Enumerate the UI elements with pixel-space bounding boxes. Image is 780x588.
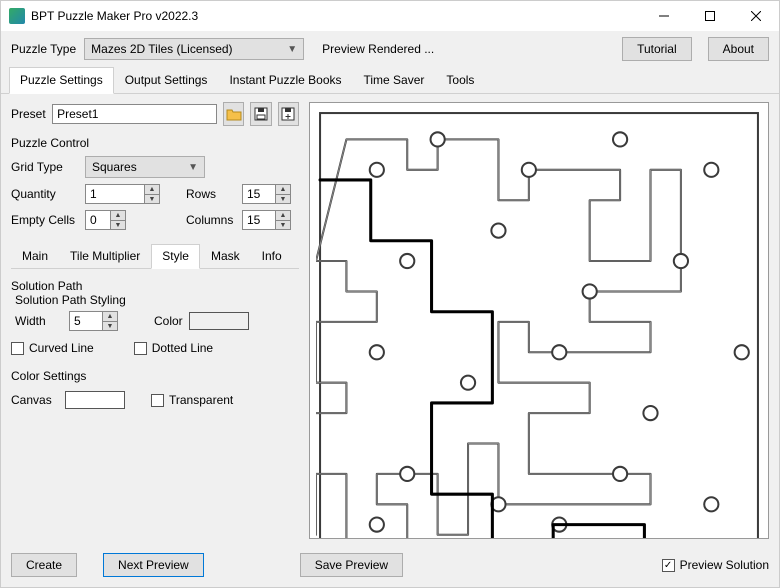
grid-type-value: Squares	[92, 160, 137, 174]
app-window: BPT Puzzle Maker Pro v2022.3 Puzzle Type…	[0, 0, 780, 588]
subtab-tile-multiplier[interactable]: Tile Multiplier	[59, 244, 151, 269]
curved-line-label: Curved Line	[29, 341, 94, 355]
create-button[interactable]: Create	[11, 553, 77, 577]
up-icon[interactable]: ▲	[145, 185, 159, 194]
top-row: Puzzle Type Mazes 2D Tiles (Licensed) ▼ …	[1, 31, 779, 67]
window-title: BPT Puzzle Maker Pro v2022.3	[31, 9, 641, 23]
tab-output-settings[interactable]: Output Settings	[114, 67, 219, 94]
preset-label: Preset	[11, 107, 46, 121]
color-label: Color	[154, 314, 183, 328]
up-icon[interactable]: ▲	[276, 185, 290, 194]
dotted-line-checkbox[interactable]: Dotted Line	[134, 341, 213, 355]
preview-pane	[309, 102, 769, 539]
empty-cells-label: Empty Cells	[11, 213, 79, 227]
rows-stepper[interactable]: ▲▼	[242, 184, 291, 204]
rows-label: Rows	[186, 187, 236, 201]
puzzle-type-dropdown[interactable]: Mazes 2D Tiles (Licensed) ▼	[84, 38, 304, 60]
close-button[interactable]	[733, 1, 779, 31]
main-tabstrip: Puzzle Settings Output Settings Instant …	[1, 67, 779, 94]
tab-instant-puzzle-books[interactable]: Instant Puzzle Books	[218, 67, 352, 94]
up-icon[interactable]: ▲	[276, 211, 290, 220]
puzzle-control-group: Puzzle Control	[11, 136, 299, 150]
save-icon	[254, 107, 268, 121]
dotted-line-label: Dotted Line	[152, 341, 213, 355]
canvas-color-swatch[interactable]	[65, 391, 125, 409]
solution-path-styling-label: Solution Path Styling	[15, 293, 299, 307]
path-color-swatch[interactable]	[189, 312, 249, 330]
bottom-bar: Create Next Preview Save Preview ✓ Previ…	[1, 547, 779, 587]
preview-solution-checkbox[interactable]: ✓ Preview Solution	[662, 558, 769, 572]
columns-label: Columns	[186, 213, 236, 227]
save-preview-button[interactable]: Save Preview	[300, 553, 403, 577]
width-stepper[interactable]: ▲▼	[69, 311, 118, 331]
open-preset-button[interactable]	[223, 102, 244, 126]
tutorial-button[interactable]: Tutorial	[622, 37, 692, 61]
grid-type-dropdown[interactable]: Squares ▼	[85, 156, 205, 178]
folder-icon	[226, 107, 242, 121]
subtab-style[interactable]: Style	[151, 244, 200, 269]
checkbox-icon: ✓	[662, 559, 675, 572]
grid-type-label: Grid Type	[11, 160, 79, 174]
puzzle-type-value: Mazes 2D Tiles (Licensed)	[91, 42, 232, 56]
transparent-checkbox[interactable]: Transparent	[151, 393, 233, 407]
settings-pane: Preset Puzzle Control Grid Type Squares …	[11, 102, 299, 539]
titlebar: BPT Puzzle Maker Pro v2022.3	[1, 1, 779, 31]
subtab-info[interactable]: Info	[251, 244, 293, 269]
up-icon[interactable]: ▲	[111, 211, 125, 220]
tab-puzzle-settings[interactable]: Puzzle Settings	[9, 67, 114, 94]
down-icon[interactable]: ▼	[276, 194, 290, 203]
solution-path-label: Solution Path	[11, 279, 299, 293]
preset-input[interactable]	[52, 104, 217, 124]
subtab-mask[interactable]: Mask	[200, 244, 251, 269]
tab-tools[interactable]: Tools	[435, 67, 485, 94]
chevron-down-icon: ▼	[188, 162, 198, 173]
save-as-preset-button[interactable]	[278, 102, 299, 126]
checkbox-icon	[151, 394, 164, 407]
quantity-label: Quantity	[11, 187, 79, 201]
down-icon[interactable]: ▼	[103, 321, 117, 330]
tab-time-saver[interactable]: Time Saver	[353, 67, 436, 94]
app-icon	[9, 8, 25, 24]
width-label: Width	[15, 314, 63, 328]
quantity-input[interactable]	[85, 184, 145, 204]
empty-cells-input[interactable]	[85, 210, 111, 230]
rows-input[interactable]	[242, 184, 276, 204]
canvas-label: Canvas	[11, 393, 59, 407]
curved-line-checkbox[interactable]: Curved Line	[11, 341, 94, 355]
down-icon[interactable]: ▼	[276, 220, 290, 229]
next-preview-button[interactable]: Next Preview	[103, 553, 204, 577]
about-button[interactable]: About	[708, 37, 769, 61]
checkbox-icon	[11, 342, 24, 355]
down-icon[interactable]: ▼	[145, 194, 159, 203]
width-input[interactable]	[69, 311, 103, 331]
puzzle-type-label: Puzzle Type	[11, 42, 76, 56]
maze-preview	[316, 109, 762, 539]
up-icon[interactable]: ▲	[103, 312, 117, 321]
maximize-button[interactable]	[687, 1, 733, 31]
subtab-main[interactable]: Main	[11, 244, 59, 269]
save-plus-icon	[281, 107, 295, 121]
minimize-button[interactable]	[641, 1, 687, 31]
checkbox-icon	[134, 342, 147, 355]
quantity-stepper[interactable]: ▲▼	[85, 184, 160, 204]
columns-stepper[interactable]: ▲▼	[242, 210, 291, 230]
color-settings-label: Color Settings	[11, 369, 299, 383]
chevron-down-icon: ▼	[287, 44, 297, 55]
save-preset-button[interactable]	[250, 102, 271, 126]
status-text: Preview Rendered ...	[322, 42, 614, 56]
down-icon[interactable]: ▼	[111, 220, 125, 229]
empty-cells-stepper[interactable]: ▲▼	[85, 210, 126, 230]
columns-input[interactable]	[242, 210, 276, 230]
sub-tabstrip: Main Tile Multiplier Style Mask Info	[11, 244, 299, 269]
preview-solution-label: Preview Solution	[680, 558, 769, 572]
transparent-label: Transparent	[169, 393, 233, 407]
